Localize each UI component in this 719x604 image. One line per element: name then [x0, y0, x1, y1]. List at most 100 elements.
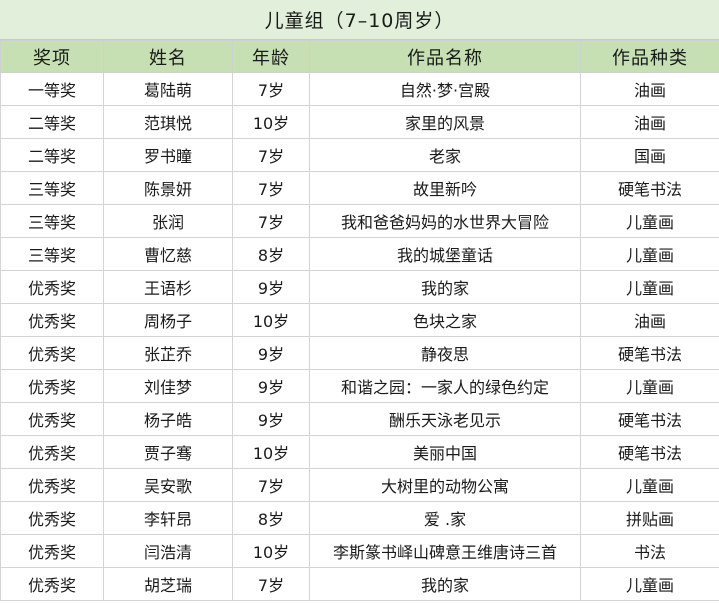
- header-row: 奖项 姓名 年龄 作品名称 作品种类: [0, 40, 719, 73]
- name-cell: 杨子皓: [103, 402, 233, 436]
- work-title-cell: 家里的风景: [309, 105, 581, 139]
- age-cell: 9岁: [232, 402, 310, 436]
- table-row: 优秀奖 胡芝瑞 7岁 我的家 儿童画: [0, 567, 719, 601]
- work-title-cell: 自然·梦·宫殿: [309, 72, 581, 106]
- award-cell: 二等奖: [0, 138, 104, 172]
- age-cell: 9岁: [232, 369, 310, 403]
- work-title-cell: 酬乐天泳老见示: [309, 402, 581, 436]
- name-cell: 曹忆慈: [103, 237, 233, 271]
- award-cell: 优秀奖: [0, 369, 104, 403]
- age-cell: 7岁: [232, 204, 310, 238]
- work-type-cell: 儿童画: [580, 270, 719, 304]
- work-type-cell: 油画: [580, 303, 719, 337]
- award-cell: 优秀奖: [0, 468, 104, 502]
- award-cell: 三等奖: [0, 237, 104, 271]
- work-type-cell: 儿童画: [580, 237, 719, 271]
- award-sheet: 儿童组（7–10周岁） 奖项 姓名 年龄 作品名称 作品种类 一等奖 葛陆萌 7岁自…: [0, 0, 719, 604]
- name-cell: 范琪悦: [103, 105, 233, 139]
- work-type-cell: 拼贴画: [580, 501, 719, 535]
- table-row: 优秀奖 贾子骞 10岁 美丽中国 硬笔书法: [0, 435, 719, 469]
- age-cell: 9岁: [232, 336, 310, 370]
- table-body: 一等奖 葛陆萌 7岁 自然·梦·宫殿 油画 二等奖 范琪悦 10岁 家里的风景 油画 二等奖 罗书瞳 7…: [0, 72, 719, 601]
- table-row: 二等奖 范琪悦 10岁 家里的风景 油画: [0, 105, 719, 139]
- table-row: 优秀奖 杨子皓 9岁 酬乐天泳老见示 硬笔书法: [0, 402, 719, 436]
- name-cell: 王语杉: [103, 270, 233, 304]
- award-cell: 优秀奖: [0, 435, 104, 469]
- age-cell: 7岁: [232, 171, 310, 205]
- award-cell: 优秀奖: [0, 336, 104, 370]
- age-cell: 7岁: [232, 72, 310, 106]
- award-cell: 三等奖: [0, 204, 104, 238]
- work-title-cell: 和谐之园：一家人的绿色约定: [309, 369, 581, 403]
- work-title-cell: 故里新吟: [309, 171, 581, 205]
- award-cell: 优秀奖: [0, 501, 104, 535]
- award-cell: 优秀奖: [0, 567, 104, 601]
- work-type-cell: 硬笔书法: [580, 402, 719, 436]
- award-cell: 优秀奖: [0, 270, 104, 304]
- work-type-cell: 书法: [580, 534, 719, 568]
- name-cell: 胡芝瑞: [103, 567, 233, 601]
- work-type-cell: 硬笔书法: [580, 171, 719, 205]
- work-type-cell: 硬笔书法: [580, 435, 719, 469]
- work-type-cell: 儿童画: [580, 204, 719, 238]
- name-cell: 吴安歌: [103, 468, 233, 502]
- table-row: 优秀奖 李轩昂 8岁爱 .家 拼贴画: [0, 501, 719, 535]
- award-cell: 二等奖: [0, 105, 104, 139]
- award-table: 奖项 姓名 年龄 作品名称 作品种类 一等奖 葛陆萌 7岁 自然·梦·宫殿 油画 二等奖范…: [0, 40, 719, 601]
- work-title-cell: 色块之家: [309, 303, 581, 337]
- work-title-cell: 美丽中国: [309, 435, 581, 469]
- work-type-cell: 儿童画: [580, 468, 719, 502]
- col-header-work-title: 作品名称: [309, 40, 581, 73]
- table-row: 三等奖 张润 7岁 我和爸爸妈妈的水世界大冒险 儿童画: [0, 204, 719, 238]
- name-cell: 张润: [103, 204, 233, 238]
- col-header-work-type: 作品种类: [580, 40, 719, 73]
- name-cell: 周杨子: [103, 303, 233, 337]
- age-cell: 10岁: [232, 303, 310, 337]
- work-type-cell: 儿童画: [580, 369, 719, 403]
- award-cell: 优秀奖: [0, 303, 104, 337]
- age-cell: 7岁: [232, 468, 310, 502]
- work-type-cell: 儿童画: [580, 567, 719, 601]
- name-cell: 闫浩清: [103, 534, 233, 568]
- sheet-title: 儿童组（7–10周岁）: [0, 0, 719, 40]
- age-cell: 7岁: [232, 567, 310, 601]
- work-title-cell: 大树里的动物公寓: [309, 468, 581, 502]
- age-cell: 10岁: [232, 105, 310, 139]
- col-header-name: 姓名: [103, 40, 233, 73]
- work-title-cell: 我的城堡童话: [309, 237, 581, 271]
- age-cell: 8岁: [232, 237, 310, 271]
- work-type-cell: 油画: [580, 105, 719, 139]
- work-title-cell: 李斯篆书峄山碑意王维唐诗三首: [309, 534, 581, 568]
- name-cell: 罗书瞳: [103, 138, 233, 172]
- col-header-age: 年龄: [232, 40, 310, 73]
- name-cell: 张芷乔: [103, 336, 233, 370]
- work-title-cell: 我和爸爸妈妈的水世界大冒险: [309, 204, 581, 238]
- age-cell: 10岁: [232, 435, 310, 469]
- award-cell: 三等奖: [0, 171, 104, 205]
- work-type-cell: 硬笔书法: [580, 336, 719, 370]
- award-cell: 优秀奖: [0, 534, 104, 568]
- age-cell: 7岁: [232, 138, 310, 172]
- award-cell: 优秀奖: [0, 402, 104, 436]
- table-header: 奖项 姓名 年龄 作品名称 作品种类: [0, 40, 719, 73]
- table-row: 优秀奖 闫浩清 10岁 李斯篆书峄山碑意王维唐诗三首 书法: [0, 534, 719, 568]
- name-cell: 刘佳梦: [103, 369, 233, 403]
- name-cell: 葛陆萌: [103, 72, 233, 106]
- age-cell: 8岁: [232, 501, 310, 535]
- age-cell: 9岁: [232, 270, 310, 304]
- table-row: 优秀奖 刘佳梦 9岁 和谐之园：一家人的绿色约定 儿童画: [0, 369, 719, 403]
- table-row: 优秀奖 吴安歌 7岁 大树里的动物公寓 儿童画: [0, 468, 719, 502]
- table-row: 优秀奖 王语杉 9岁 我的家 儿童画: [0, 270, 719, 304]
- age-cell: 10岁: [232, 534, 310, 568]
- work-type-cell: 国画: [580, 138, 719, 172]
- name-cell: 贾子骞: [103, 435, 233, 469]
- work-title-cell: 爱 .家: [309, 501, 581, 535]
- name-cell: 陈景妍: [103, 171, 233, 205]
- table-row: 三等奖 曹忆慈 8岁 我的城堡童话 儿童画: [0, 237, 719, 271]
- table-row: 三等奖 陈景妍 7岁 故里新吟 硬笔书法: [0, 171, 719, 205]
- work-title-cell: 老家: [309, 138, 581, 172]
- table-row: 二等奖 罗书瞳 7岁 老家 国画: [0, 138, 719, 172]
- table-row: 优秀奖 周杨子 10岁 色块之家 油画: [0, 303, 719, 337]
- work-title-cell: 静夜思: [309, 336, 581, 370]
- table-row: 一等奖 葛陆萌 7岁 自然·梦·宫殿 油画: [0, 72, 719, 106]
